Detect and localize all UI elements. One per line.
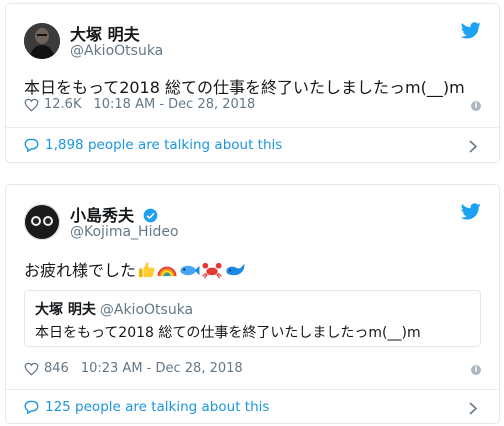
twitter-bird-icon[interactable] xyxy=(461,22,481,39)
tweet-card-kojima-hideo: 小島秀夫 @Kojima_Hideo お疲れ様でした 大塚 明夫 @AkioOt… xyxy=(5,184,500,424)
quoted-tweet[interactable]: 大塚 明夫 @AkioOtsuka 本日をもって2018 総ての仕事を終了いたしま… xyxy=(24,290,481,347)
twitter-bird-icon[interactable] xyxy=(461,203,481,220)
talking-count-text[interactable]: 125 people are talking about this xyxy=(45,399,269,415)
conversation-link[interactable]: 1,898 people are talking about this xyxy=(24,137,282,153)
heart-icon[interactable] xyxy=(24,98,39,112)
tweet-text-body: お疲れ様でした xyxy=(24,261,137,280)
crab-icon xyxy=(202,262,222,279)
tweet-meta: 846 10:23 AM - Dec 28, 2018 xyxy=(24,361,243,376)
timestamp[interactable]: 10:18 AM - Dec 28, 2018 xyxy=(93,97,255,112)
rainbow-icon xyxy=(157,266,177,277)
quoted-text: 本日をもって2018 総ての仕事を終了いたしましたっm(__)m xyxy=(35,325,421,341)
like-count[interactable]: 846 xyxy=(44,361,69,376)
chevron-right-icon[interactable] xyxy=(469,402,477,415)
like-count[interactable]: 12.6K xyxy=(44,97,81,112)
tweet-card-akio-otsuka: 大塚 明夫 @AkioOtsuka 本日をもって2018 総ての仕事を終了いたし… xyxy=(5,3,500,163)
whale-icon xyxy=(226,263,245,276)
speech-bubble-icon xyxy=(24,138,39,152)
info-icon[interactable]: i xyxy=(471,365,481,375)
tweet-meta: 12.6K 10:18 AM - Dec 28, 2018 xyxy=(24,97,255,112)
user-handle[interactable]: @AkioOtsuka xyxy=(70,43,163,59)
tweet-text: お疲れ様でした xyxy=(24,257,246,281)
quoted-author[interactable]: 大塚 明夫 @AkioOtsuka xyxy=(35,299,193,319)
timestamp[interactable]: 10:23 AM - Dec 28, 2018 xyxy=(81,361,243,376)
divider xyxy=(6,389,499,390)
display-name[interactable]: 小島秀夫 xyxy=(70,202,158,226)
heart-icon[interactable] xyxy=(24,362,39,376)
quoted-display-name[interactable]: 大塚 明夫 xyxy=(35,302,96,318)
conversation-link[interactable]: 125 people are talking about this xyxy=(24,399,269,415)
avatar[interactable] xyxy=(24,204,60,240)
talking-count-text[interactable]: 1,898 people are talking about this xyxy=(45,137,282,153)
avatar[interactable] xyxy=(24,23,60,59)
speech-bubble-icon xyxy=(24,400,39,414)
verified-badge-icon xyxy=(143,208,157,223)
display-name[interactable]: 大塚 明夫 xyxy=(70,21,140,45)
quoted-handle[interactable]: @AkioOtsuka xyxy=(100,302,193,318)
divider xyxy=(6,127,499,128)
info-icon[interactable]: i xyxy=(471,101,481,111)
chevron-right-icon[interactable] xyxy=(469,140,477,153)
user-handle[interactable]: @Kojima_Hideo xyxy=(70,224,179,240)
thumbs-up-icon xyxy=(138,262,155,278)
display-name-text[interactable]: 小島秀夫 xyxy=(70,206,134,225)
fish-icon xyxy=(180,265,200,276)
tweet-text: 本日をもって2018 総ての仕事を終了いたしましたっm(__)m xyxy=(24,78,465,97)
